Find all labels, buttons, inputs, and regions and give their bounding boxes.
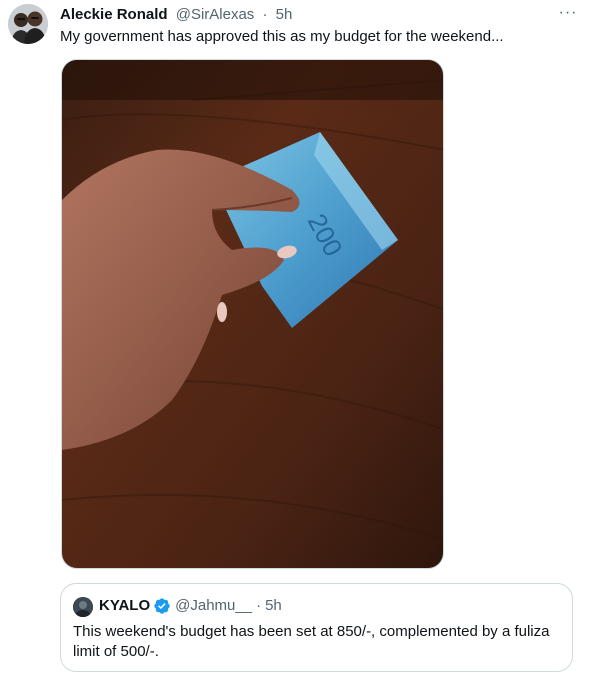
quoted-avatar-image bbox=[73, 597, 93, 617]
photo-hand-holding-banknote: 200 bbox=[62, 60, 443, 568]
quoted-author-avatar[interactable] bbox=[73, 597, 93, 617]
tweet-text: My government has approved this as my bu… bbox=[60, 28, 504, 45]
more-options-icon[interactable]: ··· bbox=[557, 2, 579, 24]
tweet-header: Aleckie Ronald @SirAlexas · 5h bbox=[60, 5, 540, 25]
quoted-author-handle[interactable]: @Jahmu__ bbox=[175, 596, 252, 616]
quoted-tweet-timestamp[interactable]: 5h bbox=[265, 596, 282, 616]
tweet-timestamp[interactable]: 5h bbox=[276, 6, 293, 23]
author-name[interactable]: Aleckie Ronald bbox=[60, 6, 168, 23]
author-avatar-image bbox=[8, 4, 48, 44]
quoted-header-separator: · bbox=[256, 597, 262, 614]
author-avatar[interactable] bbox=[8, 4, 48, 44]
author-handle[interactable]: @SirAlexas bbox=[176, 6, 255, 23]
quoted-author-name[interactable]: KYALO bbox=[99, 596, 150, 616]
quoted-tweet[interactable]: KYALO @Jahmu__ · 5h This weekend's budge… bbox=[60, 583, 573, 672]
quoted-tweet-text: This weekend's budget has been set at 85… bbox=[73, 623, 550, 660]
tweet[interactable]: Aleckie Ronald @SirAlexas · 5h ··· My go… bbox=[0, 0, 609, 680]
tweet-photo[interactable]: 200 bbox=[61, 59, 444, 569]
quoted-tweet-header: KYALO @Jahmu__ · 5h bbox=[99, 596, 282, 616]
header-separator: · bbox=[262, 6, 268, 23]
verified-badge-icon bbox=[153, 597, 171, 615]
